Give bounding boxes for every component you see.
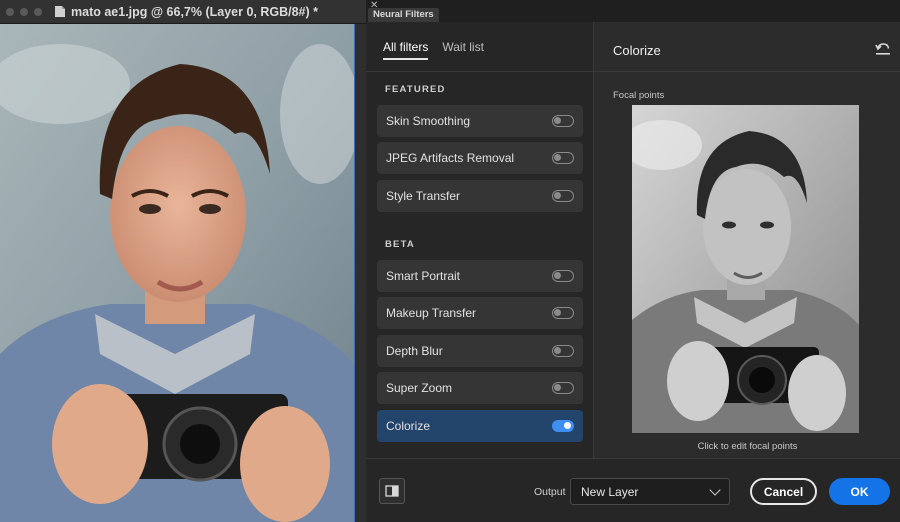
document-icon	[55, 6, 65, 17]
toggle-style-transfer[interactable]	[552, 190, 574, 202]
toggle-jpeg-artifacts-removal[interactable]	[552, 152, 574, 164]
panel-tab-neural-filters[interactable]: Neural Filters	[368, 8, 439, 22]
focal-points-preview[interactable]	[632, 105, 859, 433]
focal-points-label: Focal points	[613, 90, 665, 101]
filter-list: All filters Wait list FEATURED Skin Smoo…	[366, 22, 593, 458]
ok-button[interactable]: OK	[829, 478, 890, 505]
section-beta: BETA	[385, 239, 415, 250]
output-select[interactable]: New Layer	[570, 478, 730, 505]
output-label: Output	[534, 486, 566, 498]
detail-title: Colorize	[613, 43, 661, 58]
filter-detail-pane: Colorize Focal points Click to edit foca…	[593, 22, 900, 458]
cancel-button[interactable]: Cancel	[750, 478, 817, 505]
filter-tabs: All filters Wait list	[383, 40, 484, 60]
toggle-colorize[interactable]	[552, 420, 574, 432]
chevron-down-icon	[709, 483, 721, 496]
filter-label: Style Transfer	[386, 189, 461, 203]
filter-item-colorize[interactable]: Colorize	[377, 410, 583, 442]
document-title: mato ae1.jpg @ 66,7% (Layer 0, RGB/8#) *	[71, 4, 319, 19]
filter-label: Colorize	[386, 419, 431, 433]
filter-item-jpeg-artifacts-removal[interactable]: JPEG Artifacts Removal	[377, 142, 583, 174]
filter-label: Makeup Transfer	[386, 306, 477, 320]
toggle-smart-portrait[interactable]	[552, 270, 574, 282]
filter-label: JPEG Artifacts Removal	[386, 151, 515, 165]
focal-points-hint: Click to edit focal points	[697, 441, 798, 452]
window-zoom-button[interactable]	[34, 7, 42, 16]
tab-all-filters[interactable]: All filters	[383, 40, 429, 60]
reset-icon[interactable]	[875, 42, 891, 56]
output-value: New Layer	[581, 484, 639, 499]
split-view-icon	[385, 485, 399, 497]
tab-wait-list[interactable]: Wait list	[442, 40, 484, 60]
toggle-skin-smoothing[interactable]	[552, 115, 574, 127]
detail-header: Colorize	[594, 22, 900, 72]
compare-view-button[interactable]	[379, 478, 405, 504]
toggle-depth-blur[interactable]	[552, 345, 574, 357]
neural-filters-panel: ✕ Neural Filters All filters Wait list F…	[366, 0, 900, 522]
toggle-makeup-transfer[interactable]	[552, 307, 574, 319]
filter-item-style-transfer[interactable]: Style Transfer	[377, 180, 583, 212]
colorized-photo	[0, 24, 354, 522]
photoshop-workspace: mato ae1.jpg @ 66,7% (Layer 0, RGB/8#) *	[0, 0, 900, 522]
grayscale-photo	[632, 105, 859, 433]
section-featured: FEATURED	[385, 84, 446, 95]
toggle-super-zoom[interactable]	[552, 382, 574, 394]
filter-item-super-zoom[interactable]: Super Zoom	[377, 372, 583, 404]
filter-item-makeup-transfer[interactable]: Makeup Transfer	[377, 297, 583, 329]
filter-label: Super Zoom	[386, 381, 453, 395]
filter-item-skin-smoothing[interactable]: Skin Smoothing	[377, 105, 583, 137]
document-scrollbar[interactable]	[354, 24, 366, 522]
filter-label: Depth Blur	[386, 344, 443, 358]
divider	[366, 71, 593, 72]
window-minimize-button[interactable]	[20, 7, 28, 16]
panel-footer: Output New Layer Cancel OK	[366, 458, 900, 522]
filter-label: Skin Smoothing	[386, 114, 471, 128]
document-window: mato ae1.jpg @ 66,7% (Layer 0, RGB/8#) *	[0, 0, 366, 522]
window-close-button[interactable]	[6, 7, 14, 16]
canvas-color-photo[interactable]	[0, 24, 354, 522]
filter-item-depth-blur[interactable]: Depth Blur	[377, 335, 583, 367]
filter-item-smart-portrait[interactable]: Smart Portrait	[377, 260, 583, 292]
panel-topbar: ✕ Neural Filters	[366, 0, 900, 22]
filter-label: Smart Portrait	[386, 269, 461, 283]
document-titlebar: mato ae1.jpg @ 66,7% (Layer 0, RGB/8#) *	[0, 0, 366, 24]
